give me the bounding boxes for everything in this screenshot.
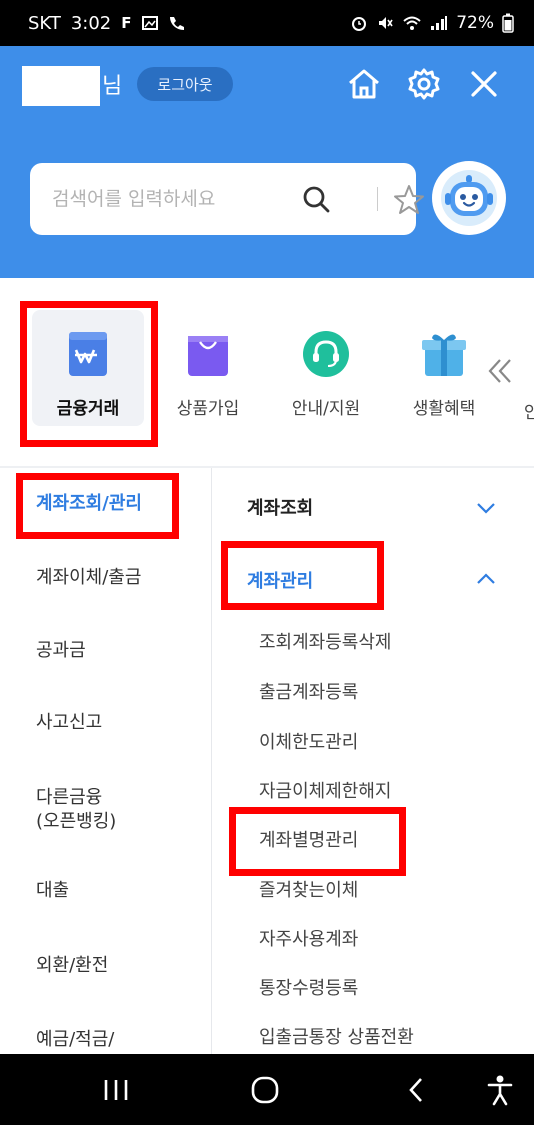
submenu-item-account-alias[interactable]: 계좌별명관리 [259, 826, 358, 852]
battery-icon [502, 13, 514, 33]
system-nav-bar [0, 1054, 534, 1125]
carrier-label: SKT [28, 12, 61, 34]
left-nav-item-loan[interactable]: 대출 [36, 879, 69, 903]
submenu-item[interactable]: 이체한도관리 [259, 728, 358, 754]
left-nav-item-deposit[interactable]: 예금/적금/ [36, 1028, 114, 1052]
call-icon [169, 17, 184, 30]
section-account-management[interactable]: 계좌관리 [247, 567, 313, 593]
left-nav-item-utility-bills[interactable]: 공과금 [36, 639, 86, 663]
left-nav-item-exchange[interactable]: 외환/환전 [36, 954, 108, 978]
search-icon[interactable] [300, 183, 332, 215]
category-label: 금융거래 [56, 399, 120, 419]
search-divider [377, 187, 378, 211]
chevron-down-icon[interactable] [475, 501, 497, 515]
clock: 3:02 [70, 12, 112, 34]
search-input[interactable] [52, 188, 292, 210]
submenu-item[interactable]: 즐겨찾는이체 [259, 876, 358, 902]
close-icon[interactable] [464, 64, 504, 104]
wifi-icon [403, 16, 421, 30]
left-nav-item-transfer[interactable]: 계좌이체/출금 [36, 566, 141, 590]
user-name-suffix: 님 [102, 74, 123, 99]
accessibility-icon[interactable] [480, 1072, 520, 1108]
category-financial[interactable]: 금융거래 [32, 310, 144, 426]
status-bar: SKT 3:02 F 72% [0, 0, 534, 46]
alarm-icon [352, 17, 367, 31]
left-nav-item-account-inquiry[interactable]: 계좌조회/관리 [36, 492, 142, 516]
gallery-icon [141, 16, 158, 30]
left-nav-item-open-banking[interactable]: 다른금융 (오픈뱅킹) [36, 786, 116, 834]
double-chevron-left-icon[interactable] [486, 356, 514, 386]
submenu-item[interactable]: 입출금통장 상품전환 [259, 1023, 414, 1049]
home-icon[interactable] [344, 64, 384, 104]
submenu-item[interactable]: 조회계좌등록삭제 [259, 628, 391, 654]
headset-icon [302, 330, 350, 378]
submenu-item[interactable]: 출금계좌등록 [259, 678, 358, 704]
left-nav: 계좌조회/관리 계좌이체/출금 공과금 사고신고 다른금융 (오픈뱅킹) 대출 … [0, 468, 212, 1054]
gift-icon [420, 330, 468, 378]
category-support[interactable]: 안내/지원 [270, 310, 382, 426]
mute-icon [379, 17, 393, 29]
wallet-icon [64, 330, 112, 378]
signal-icon [431, 16, 448, 30]
submenu-item[interactable]: 자금이체제한해지 [259, 777, 391, 803]
search-bar [30, 163, 424, 235]
category-label: 안내/지원 [291, 399, 361, 419]
category-benefits[interactable]: 생활혜택 [388, 310, 500, 426]
category-label-clipped: 안 [524, 403, 534, 423]
category-label: 상품가입 [176, 399, 240, 419]
submenu-item[interactable]: 통장수령등록 [259, 974, 358, 1000]
home-button-icon[interactable] [245, 1072, 285, 1108]
user-name-redacted [22, 66, 100, 106]
left-nav-item-accident-report[interactable]: 사고신고 [36, 711, 102, 735]
battery-percent: 72% [456, 13, 494, 33]
category-label: 생활혜택 [412, 399, 476, 419]
notification-icon: F [121, 14, 132, 32]
app-header: 님 로그아웃 [0, 46, 534, 278]
submenu-item[interactable]: 자주사용계좌 [259, 925, 358, 951]
gear-icon[interactable] [404, 64, 444, 104]
recent-apps-icon[interactable] [96, 1072, 136, 1108]
logout-button[interactable]: 로그아웃 [137, 67, 233, 101]
star-icon[interactable] [392, 183, 426, 217]
chevron-up-icon[interactable] [475, 572, 497, 586]
submenu-panel: 계좌조회 계좌관리 조회계좌등록삭제 출금계좌등록 이체한도관리 자금이체제한해… [213, 468, 534, 1054]
shopping-bag-icon [184, 330, 232, 378]
chatbot-avatar-icon[interactable] [432, 161, 506, 235]
back-icon[interactable] [396, 1072, 436, 1108]
category-products[interactable]: 상품가입 [152, 310, 264, 426]
category-row: 금융거래 상품가입 안내/지원 생활혜택 안 [0, 278, 534, 468]
section-account-inquiry[interactable]: 계좌조회 [247, 494, 313, 520]
